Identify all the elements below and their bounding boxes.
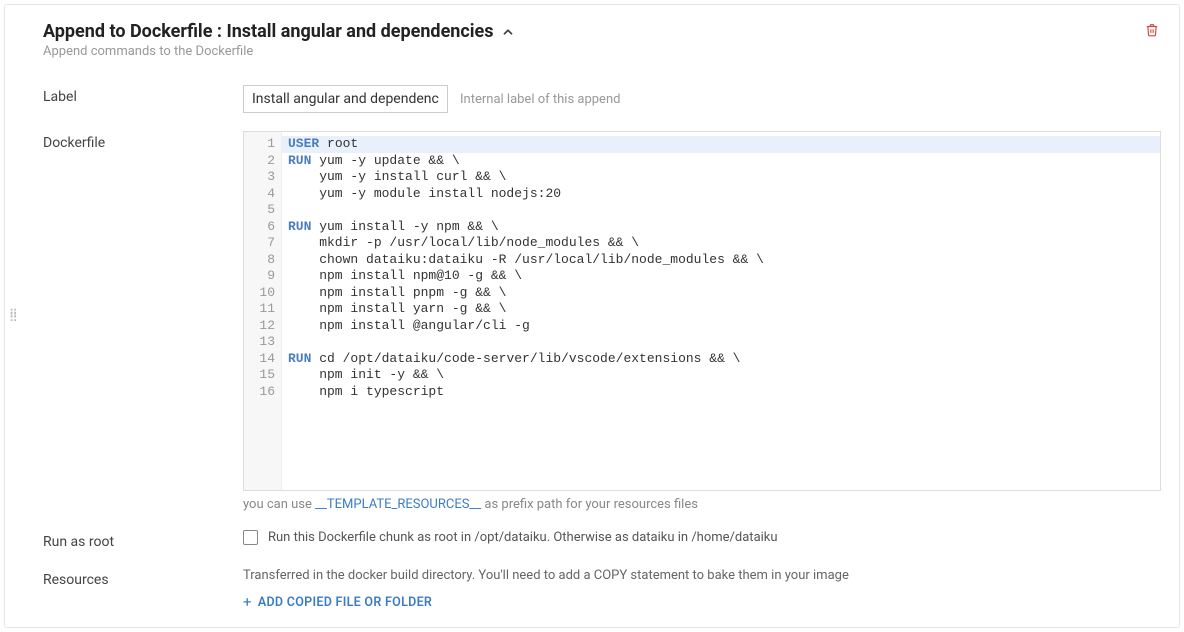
field-label-label: Label <box>43 85 243 105</box>
field-label-run-as-root: Run as root <box>43 530 243 550</box>
code-line[interactable]: npm i typescript <box>282 384 1160 401</box>
dockerfile-editor[interactable]: 12345678910111213141516 USER rootRUN yum… <box>243 131 1161 491</box>
line-number: 9 <box>252 268 275 285</box>
code-line[interactable]: USER root <box>282 136 1160 153</box>
line-number: 14 <box>252 351 275 368</box>
dockerfile-helper: you can use __TEMPLATE_RESOURCES__ as pr… <box>243 497 1161 512</box>
editor-body[interactable]: USER rootRUN yum -y update && \ yum -y i… <box>282 132 1160 490</box>
line-number: 16 <box>252 384 275 401</box>
line-number: 2 <box>252 153 275 170</box>
line-number: 10 <box>252 285 275 302</box>
line-number: 15 <box>252 367 275 384</box>
field-label-dockerfile: Dockerfile <box>43 131 243 151</box>
line-number: 12 <box>252 318 275 335</box>
code-line[interactable] <box>282 202 1160 219</box>
panel-title: Append to Dockerfile : Install angular a… <box>43 21 493 42</box>
resources-description: Transferred in the docker build director… <box>243 568 1161 583</box>
plus-icon: + <box>243 593 252 611</box>
code-line[interactable]: yum -y install curl && \ <box>282 169 1160 186</box>
label-input[interactable] <box>243 85 448 113</box>
code-line[interactable]: npm install yarn -g && \ <box>282 301 1160 318</box>
code-line[interactable]: RUN cd /opt/dataiku/code-server/lib/vsco… <box>282 351 1160 368</box>
template-resources-token: __TEMPLATE_RESOURCES__ <box>315 497 481 512</box>
line-number: 5 <box>252 202 275 219</box>
field-label-resources: Resources <box>43 568 243 588</box>
code-line[interactable]: RUN yum -y update && \ <box>282 153 1160 170</box>
line-number: 6 <box>252 219 275 236</box>
editor-gutter: 12345678910111213141516 <box>244 132 282 490</box>
dockerfile-append-panel: ⠿⠿ Append to Dockerfile : Install angula… <box>4 4 1180 628</box>
line-number: 1 <box>252 136 275 153</box>
row-label: Label Internal label of this append <box>23 85 1161 113</box>
code-line[interactable]: npm install @angular/cli -g <box>282 318 1160 335</box>
code-line[interactable]: RUN yum install -y npm && \ <box>282 219 1160 236</box>
code-line[interactable]: mkdir -p /usr/local/lib/node_modules && … <box>282 235 1160 252</box>
line-number: 13 <box>252 334 275 351</box>
code-line[interactable]: chown dataiku:dataiku -R /usr/local/lib/… <box>282 252 1160 269</box>
line-number: 4 <box>252 186 275 203</box>
panel-subtitle: Append commands to the Dockerfile <box>43 44 1143 59</box>
code-line[interactable]: npm init -y && \ <box>282 367 1160 384</box>
code-line[interactable]: npm install pnpm -g && \ <box>282 285 1160 302</box>
line-number: 7 <box>252 235 275 252</box>
drag-handle-icon[interactable]: ⠿⠿ <box>9 312 16 320</box>
row-dockerfile: Dockerfile 12345678910111213141516 USER … <box>23 131 1161 512</box>
panel-header: Append to Dockerfile : Install angular a… <box>23 21 1161 59</box>
code-line[interactable]: npm install npm@10 -g && \ <box>282 268 1160 285</box>
row-run-as-root: Run as root Run this Dockerfile chunk as… <box>23 530 1161 550</box>
add-resource-label: ADD COPIED FILE OR FOLDER <box>258 595 432 610</box>
row-resources: Resources Transferred in the docker buil… <box>23 568 1161 611</box>
add-resource-button[interactable]: + ADD COPIED FILE OR FOLDER <box>243 593 432 611</box>
delete-icon[interactable] <box>1143 21 1161 43</box>
line-number: 8 <box>252 252 275 269</box>
code-line[interactable] <box>282 334 1160 351</box>
collapse-chevron-icon[interactable] <box>501 25 515 39</box>
line-number: 11 <box>252 301 275 318</box>
line-number: 3 <box>252 169 275 186</box>
code-line[interactable]: yum -y module install nodejs:20 <box>282 186 1160 203</box>
label-hint: Internal label of this append <box>460 92 620 107</box>
